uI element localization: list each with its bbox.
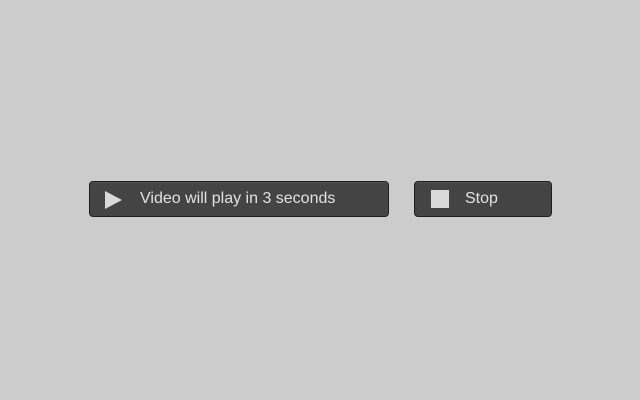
- stop-button-label: Stop: [465, 190, 498, 207]
- play-button-label: Video will play in 3 seconds: [140, 190, 336, 207]
- play-button[interactable]: Video will play in 3 seconds: [89, 181, 389, 217]
- stop-icon: [431, 190, 449, 208]
- stop-button[interactable]: Stop: [414, 181, 552, 217]
- play-icon: [105, 191, 122, 209]
